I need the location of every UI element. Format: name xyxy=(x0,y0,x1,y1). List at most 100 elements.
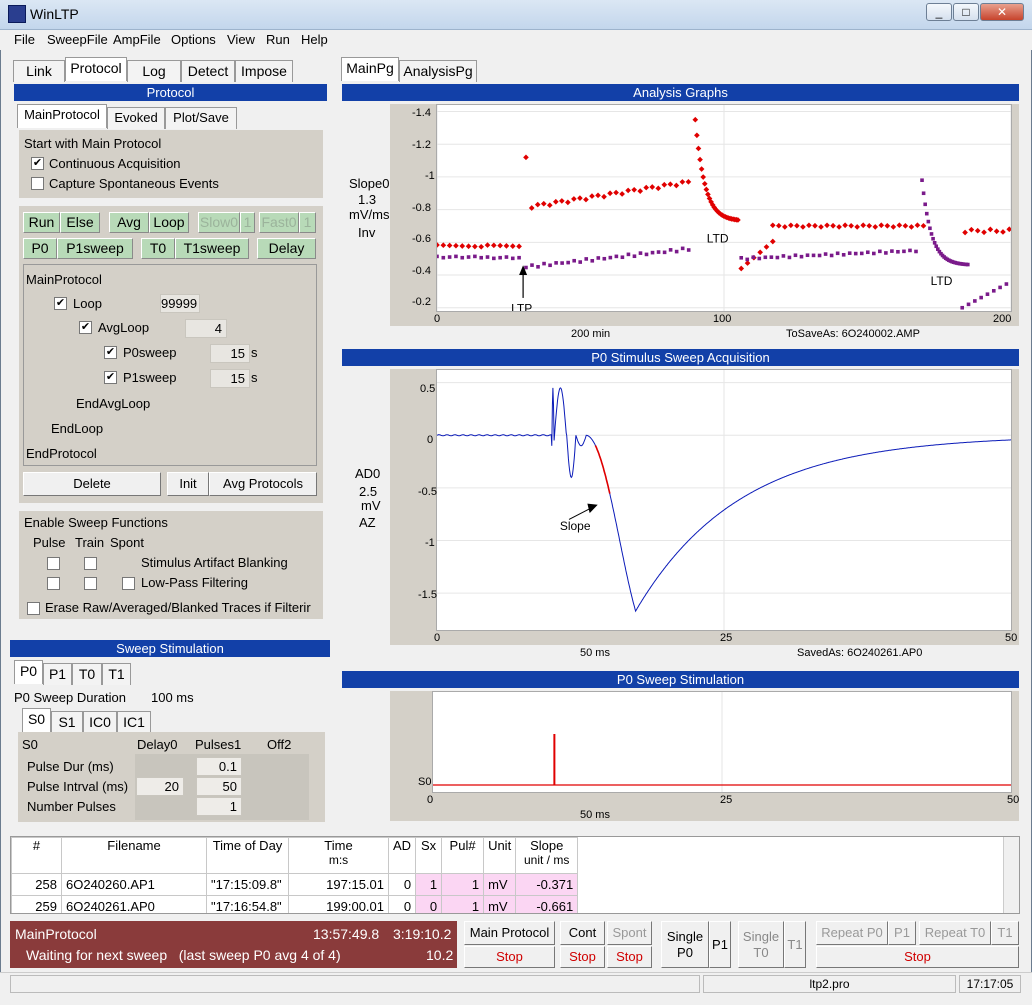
loop-checkbox[interactable]: ✔ xyxy=(54,297,67,310)
slow1-button[interactable]: 1 xyxy=(240,212,255,233)
run-button[interactable]: Run xyxy=(23,212,60,233)
tree-loop[interactable]: Loop xyxy=(73,296,102,311)
fast1-button[interactable]: 1 xyxy=(299,212,316,233)
cont-stop-button[interactable]: Stop xyxy=(560,946,605,968)
tab-plotsave[interactable]: Plot/Save xyxy=(165,107,237,129)
table-header-cell[interactable]: Time of Day xyxy=(206,837,289,874)
table-scrollbar[interactable] xyxy=(1003,837,1019,913)
p0sweep-interval-field[interactable]: 15 xyxy=(210,344,250,363)
loop-button[interactable]: Loop xyxy=(149,212,189,233)
fast0-button[interactable]: Fast0 xyxy=(259,212,299,233)
tab-mainpg[interactable]: MainPg xyxy=(341,57,399,81)
tree-endloop[interactable]: EndLoop xyxy=(51,421,103,436)
menu-ampfile[interactable]: AmpFile xyxy=(113,32,161,47)
continuous-checkbox[interactable]: ✔ xyxy=(31,157,44,170)
lowpass-pulse-checkbox[interactable] xyxy=(47,577,60,590)
minimize-button[interactable]: _ xyxy=(926,3,952,21)
main-protocol-button[interactable]: Main Protocol xyxy=(464,921,555,945)
tab-mainprotocol[interactable]: MainProtocol xyxy=(17,104,107,128)
menu-run[interactable]: Run xyxy=(266,32,290,47)
table-row[interactable]: 258 6O240260.AP1 "17:15:09.8" 197:15.01 0 1 1 m… xyxy=(11,873,579,896)
cont-button[interactable]: Cont xyxy=(560,921,605,945)
table-header-cell[interactable]: Time m:s xyxy=(288,837,389,874)
repeat-t0-button[interactable]: Repeat T0 xyxy=(919,921,991,945)
menu-help[interactable]: Help xyxy=(301,32,328,47)
tree-avgloop[interactable]: AvgLoop xyxy=(98,320,149,335)
table-header-cell[interactable]: Filename xyxy=(61,837,207,874)
table-row[interactable]: 259 6O240261.AP0 "17:16:54.8" 199:00.01 0 0 1 m… xyxy=(11,895,579,913)
p0sweep-checkbox[interactable]: ✔ xyxy=(104,346,117,359)
tab-log[interactable]: Log xyxy=(127,60,181,82)
repeat-p0-button[interactable]: Repeat P0 xyxy=(816,921,888,945)
table-header-cell[interactable]: Unit xyxy=(483,837,517,874)
pulse-dur-field[interactable]: 0.1 xyxy=(196,757,242,776)
t0-button[interactable]: T0 xyxy=(141,238,175,259)
tree-endavgloop[interactable]: EndAvgLoop xyxy=(76,396,150,411)
table-header-cell[interactable]: Slope unit / ms xyxy=(515,837,579,874)
analysis-scrollbar[interactable] xyxy=(408,312,1012,326)
repeat-stop-button[interactable]: Stop xyxy=(816,946,1019,968)
single-p0-button[interactable]: Single P0 xyxy=(661,921,709,968)
stim-plot[interactable] xyxy=(432,691,1012,793)
artifact-train-checkbox[interactable] xyxy=(84,557,97,570)
tab-stim-p1[interactable]: P1 xyxy=(43,663,72,685)
avg-protocols-button[interactable]: Avg Protocols xyxy=(209,472,317,496)
maximize-button[interactable]: □ xyxy=(953,3,979,21)
tab-stim-t0[interactable]: T0 xyxy=(72,663,102,685)
spont-button[interactable]: Spont xyxy=(607,921,652,945)
p1sweep-button[interactable]: P1sweep xyxy=(57,238,133,259)
tab-analysispg[interactable]: AnalysisPg xyxy=(399,60,477,82)
single-t0-button[interactable]: Single T0 xyxy=(738,921,784,968)
init-button[interactable]: Init xyxy=(167,472,209,496)
tab-ic0[interactable]: IC0 xyxy=(83,711,117,733)
stim-scrollbar[interactable] xyxy=(400,793,1012,807)
spont-stop-button[interactable]: Stop xyxy=(607,946,652,968)
acq-scrollbar[interactable] xyxy=(408,631,1012,645)
delay-button[interactable]: Delay xyxy=(257,238,316,259)
avg-button[interactable]: Avg xyxy=(109,212,149,233)
pulse-intrval-field[interactable]: 50 xyxy=(196,777,242,796)
else-button[interactable]: Else xyxy=(60,212,100,233)
p1sweep-checkbox[interactable]: ✔ xyxy=(104,371,117,384)
tab-ic1[interactable]: IC1 xyxy=(117,711,151,733)
delete-button[interactable]: Delete xyxy=(23,472,161,496)
acq-plot[interactable]: Slope xyxy=(436,369,1012,631)
slow0-button[interactable]: Slow0 xyxy=(198,212,240,233)
tab-impose[interactable]: Impose xyxy=(235,60,293,82)
tab-s0[interactable]: S0 xyxy=(22,708,51,732)
main-stop-button[interactable]: Stop xyxy=(464,946,555,968)
repeat-t1-button[interactable]: T1 xyxy=(991,921,1019,945)
tab-evoked[interactable]: Evoked xyxy=(107,107,165,129)
t1sweep-button[interactable]: T1sweep xyxy=(175,238,249,259)
lowpass-train-checkbox[interactable] xyxy=(84,577,97,590)
avgloop-count-field[interactable]: 4 xyxy=(185,319,227,338)
pulse-intrval-delay-field[interactable]: 20 xyxy=(136,777,184,796)
menu-sweepfile[interactable]: SweepFile xyxy=(47,32,108,47)
lowpass-spont-checkbox[interactable] xyxy=(122,577,135,590)
single-p1-button[interactable]: P1 xyxy=(709,921,731,968)
tree-p0sweep[interactable]: P0sweep xyxy=(123,345,176,360)
tab-stim-t1[interactable]: T1 xyxy=(102,663,131,685)
artifact-pulse-checkbox[interactable] xyxy=(47,557,60,570)
tree-endprotocol[interactable]: EndProtocol xyxy=(26,446,97,461)
avgloop-checkbox[interactable]: ✔ xyxy=(79,321,92,334)
single-t1-button[interactable]: T1 xyxy=(784,921,806,968)
p1sweep-interval-field[interactable]: 15 xyxy=(210,369,250,388)
repeat-p1-button[interactable]: P1 xyxy=(888,921,916,945)
tree-p1sweep[interactable]: P1sweep xyxy=(123,370,176,385)
tab-detect[interactable]: Detect xyxy=(181,60,235,82)
tab-link[interactable]: Link xyxy=(13,60,65,82)
table-header-cell[interactable]: AD xyxy=(387,837,417,874)
menu-view[interactable]: View xyxy=(227,32,255,47)
table-header-cell[interactable]: Sx xyxy=(415,837,443,874)
erase-checkbox[interactable] xyxy=(27,602,40,615)
table-header-cell[interactable]: Pul# xyxy=(441,837,485,874)
number-pulses-field[interactable]: 1 xyxy=(196,797,242,816)
tab-s1[interactable]: S1 xyxy=(51,711,83,733)
tree-mainprotocol[interactable]: MainProtocol xyxy=(26,272,102,287)
tab-protocol[interactable]: Protocol xyxy=(65,57,127,81)
tab-stim-p0[interactable]: P0 xyxy=(14,660,43,684)
table-header-cell[interactable]: # xyxy=(11,837,62,874)
loop-count-field[interactable]: 99999 xyxy=(160,294,200,313)
menu-file[interactable]: File xyxy=(14,32,35,47)
